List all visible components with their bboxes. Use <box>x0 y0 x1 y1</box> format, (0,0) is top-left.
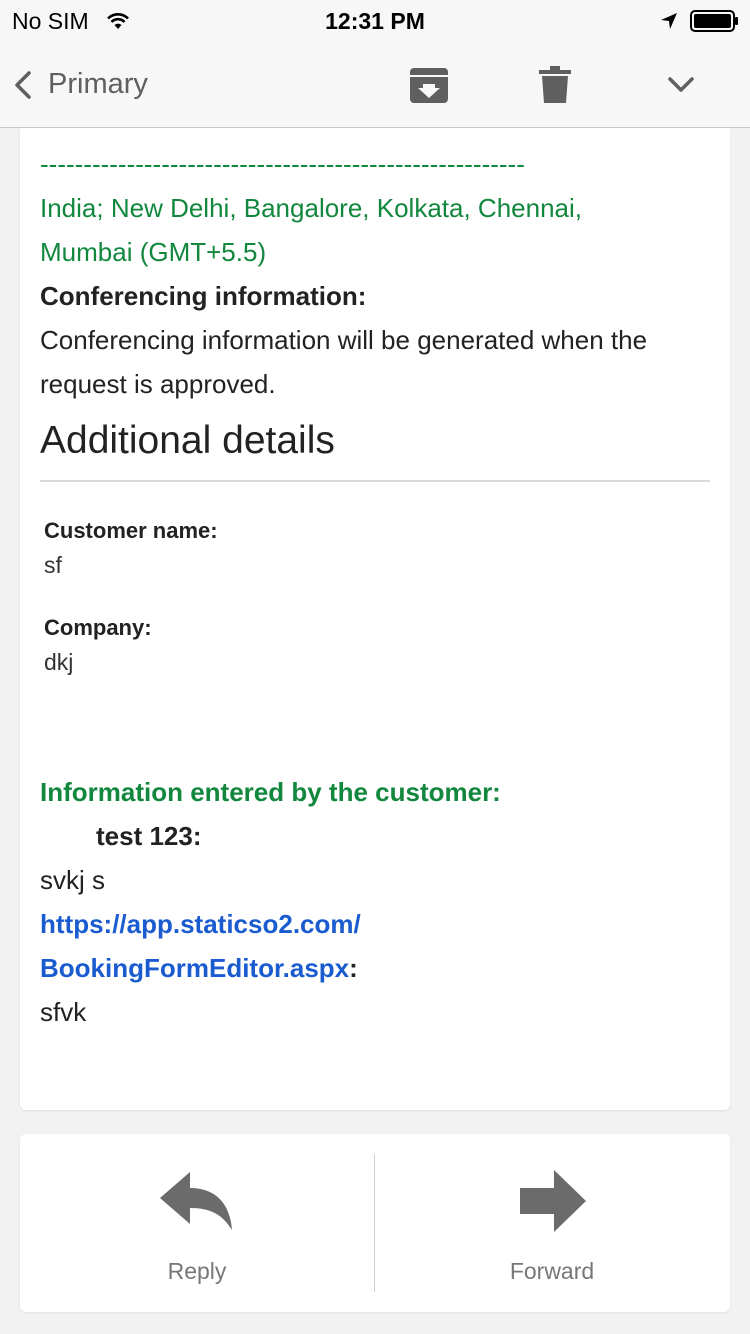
reply-button[interactable]: Reply <box>20 1134 374 1312</box>
customer-info-heading: Information entered by the customer: <box>40 777 501 807</box>
booking-form-link[interactable]: https://app.staticso2.com/ <box>40 902 710 946</box>
archive-icon[interactable] <box>409 66 449 109</box>
reply-icon <box>160 1170 234 1237</box>
timezone-line: Mumbai (GMT+5.5) <box>40 237 267 267</box>
clock: 12:31 PM <box>325 8 425 34</box>
customer-name-label: Customer name: <box>44 518 218 543</box>
conferencing-text: request is approved. <box>40 369 276 399</box>
chevron-down-icon[interactable] <box>667 76 695 99</box>
company-value: dkj <box>44 649 74 675</box>
forward-label: Forward <box>509 1258 595 1284</box>
divider-dashes: ----------------------------------------… <box>40 149 525 179</box>
answer-text: svkj s <box>40 865 105 895</box>
booking-form-link[interactable]: BookingFormEditor.aspx: <box>40 946 710 990</box>
battery-icon <box>690 10 740 38</box>
link-text[interactable]: https://app.staticso2.com/ <box>40 909 361 939</box>
link-colon: : <box>349 953 358 983</box>
reply-label: Reply <box>167 1258 227 1284</box>
conferencing-heading: Conferencing information: <box>40 281 367 311</box>
section-divider <box>40 480 710 482</box>
back-button-label[interactable]: Primary <box>48 68 148 101</box>
message-actions: Reply Forward <box>20 1134 730 1312</box>
status-bar: No SIM 12:31 PM <box>0 0 750 40</box>
company-label: Company: <box>44 615 152 640</box>
forward-button[interactable]: Forward <box>375 1134 729 1312</box>
email-body-card: ----------------------------------------… <box>20 128 730 1110</box>
email-body: ----------------------------------------… <box>40 142 710 1034</box>
forward-arrow-icon <box>520 1170 586 1237</box>
additional-details-title: Additional details <box>40 419 335 462</box>
question-label: test 123: <box>96 821 202 851</box>
chevron-left-icon[interactable] <box>12 70 34 105</box>
trash-icon[interactable] <box>539 66 571 109</box>
customer-name-value: sf <box>44 552 62 578</box>
link-text[interactable]: BookingFormEditor.aspx <box>40 953 349 983</box>
conferencing-text: Conferencing information will be generat… <box>40 325 648 355</box>
timezone-line: India; New Delhi, Bangalore, Kolkata, Ch… <box>40 193 582 223</box>
location-arrow-icon <box>659 10 679 37</box>
answer-text: sfvk <box>40 997 87 1027</box>
nav-bar: Primary <box>0 40 750 128</box>
